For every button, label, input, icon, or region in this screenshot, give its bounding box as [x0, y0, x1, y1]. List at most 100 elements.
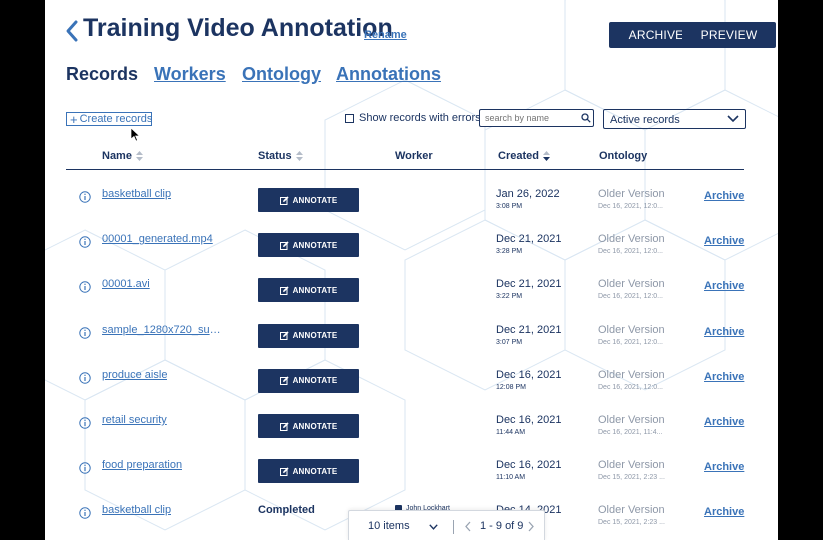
created-date: Jan 26, 2022	[496, 188, 560, 200]
ontology-date: Dec 15, 2021, 2:23 ...	[598, 519, 665, 527]
archive-record-link[interactable]: Archive	[704, 506, 744, 518]
record-name-link[interactable]: basketball clip	[102, 188, 171, 200]
record-name-link[interactable]: 00001_generated.mp4	[102, 233, 213, 245]
mouse-cursor-icon	[131, 128, 141, 142]
archive-record-link[interactable]: Archive	[704, 280, 744, 292]
pagination-divider	[453, 520, 454, 534]
created-date: Dec 21, 2021	[496, 233, 562, 246]
search-input[interactable]	[479, 109, 594, 127]
tab-workers[interactable]: Workers	[154, 64, 226, 85]
rename-link[interactable]: Rename	[364, 29, 407, 41]
created-time: 3:22 PM	[496, 293, 523, 301]
archive-record-link[interactable]: Archive	[704, 190, 744, 202]
show-errors-checkbox[interactable]	[345, 114, 354, 123]
ontology-date: Dec 16, 2021, 12:0...	[598, 248, 663, 256]
records-filter-value: Active records	[610, 114, 680, 126]
info-icon[interactable]	[79, 417, 91, 429]
table-row: basketball clip ANNOTATE Jan 26, 2022 3:08 …	[66, 185, 744, 230]
column-status-label: Status	[258, 150, 292, 162]
info-icon[interactable]	[79, 326, 91, 339]
ontology-version: Older Version	[598, 368, 665, 381]
page-size-select[interactable]: 10 items	[368, 520, 410, 532]
search-icon[interactable]	[581, 113, 591, 123]
annotate-label: ANNOTATE	[292, 421, 338, 431]
created-time: 3:08 PM	[496, 203, 523, 210]
ontology-date: Dec 16, 2021, 11:4...	[598, 429, 663, 436]
ontology-version: Older Version	[598, 414, 665, 426]
created-date: Dec 16, 2021	[496, 414, 562, 426]
record-name-link[interactable]: 00001.avi	[102, 278, 150, 290]
record-name-link[interactable]: sample_1280x720_surfin...	[102, 324, 224, 336]
column-status[interactable]: Status	[258, 150, 303, 162]
table-row: retail security ANNOTATE Dec 16, 2021 11:44…	[66, 411, 744, 456]
info-icon[interactable]	[79, 462, 91, 474]
record-name-link[interactable]: retail security	[102, 414, 167, 426]
column-ontology-label: Ontology	[599, 150, 648, 162]
create-records-button[interactable]: + Create records	[66, 112, 152, 126]
edit-icon	[279, 331, 289, 341]
edit-icon	[279, 241, 289, 250]
status-text: Completed	[258, 504, 315, 517]
annotate-button[interactable]: ANNOTATE	[258, 278, 359, 303]
column-ontology: Ontology	[599, 150, 647, 162]
chevron-down-icon[interactable]	[429, 524, 438, 530]
annotate-button[interactable]: ANNOTATE	[258, 368, 359, 393]
annotate-button[interactable]: ANNOTATE	[258, 188, 359, 212]
table-header: Name Status Worker Created Ontology	[66, 143, 744, 170]
archive-record-link[interactable]: Archive	[704, 235, 744, 247]
table-row: 00001.avi ANNOTATE Dec 21, 2021 3:22 PM Olde…	[66, 275, 744, 320]
page: Training Video Annotation Rename ARCHIVE…	[45, 0, 778, 540]
annotate-button[interactable]: ANNOTATE	[258, 459, 359, 484]
created-date: Dec 21, 2021	[496, 323, 562, 336]
info-icon[interactable]	[79, 191, 91, 203]
created-time: 11:44 AM	[496, 429, 526, 436]
column-name-label: Name	[102, 150, 132, 162]
table-row: food preparation ANNOTATE Dec 16, 2021 11:1…	[66, 456, 744, 501]
info-icon[interactable]	[79, 236, 91, 248]
ontology-version: Older Version	[598, 459, 665, 472]
column-created[interactable]: Created	[498, 150, 550, 162]
records-filter-select[interactable]: Active records	[603, 109, 746, 129]
created-date: Dec 16, 2021	[496, 459, 562, 472]
page-header: Training Video Annotation Rename ARCHIVE…	[45, 0, 778, 60]
annotate-label: ANNOTATE	[292, 376, 338, 386]
ontology-version: Older Version	[598, 188, 665, 200]
tab-records[interactable]: Records	[66, 64, 138, 85]
annotate-label: ANNOTATE	[292, 331, 338, 341]
preview-button[interactable]: PREVIEW	[682, 22, 776, 48]
ontology-version: Older Version	[598, 323, 665, 336]
annotate-label: ANNOTATE	[292, 195, 338, 205]
tab-annotations[interactable]: Annotations	[336, 64, 441, 85]
sort-descending-icon	[542, 151, 550, 161]
annotate-button[interactable]: ANNOTATE	[258, 323, 359, 348]
column-worker: Worker	[395, 150, 433, 162]
info-icon[interactable]	[79, 372, 91, 384]
record-name-link[interactable]: food preparation	[102, 459, 182, 471]
previous-page-icon[interactable]	[465, 521, 471, 532]
record-name-link[interactable]: produce aisle	[102, 369, 167, 381]
column-name[interactable]: Name	[102, 150, 143, 162]
annotate-button[interactable]: ANNOTATE	[258, 233, 359, 258]
archive-record-link[interactable]: Archive	[704, 326, 744, 338]
annotate-button[interactable]: ANNOTATE	[258, 414, 359, 438]
ontology-version: Older Version	[598, 233, 665, 246]
archive-record-link[interactable]: Archive	[704, 416, 744, 428]
sort-icon	[135, 151, 143, 161]
ontology-date: Dec 16, 2021, 12:0...	[598, 203, 663, 210]
tab-ontology[interactable]: Ontology	[242, 64, 321, 85]
edit-icon	[279, 376, 289, 386]
created-time: 3:07 PM	[496, 338, 523, 346]
edit-icon	[279, 286, 289, 295]
record-name-link[interactable]: basketball clip	[102, 504, 171, 516]
back-chevron-icon[interactable]	[63, 18, 81, 44]
ontology-version: Older Version	[598, 504, 665, 517]
ontology-date: Dec 16, 2021, 12:0...	[598, 383, 663, 391]
next-page-icon[interactable]	[528, 521, 534, 532]
archive-record-link[interactable]: Archive	[704, 461, 744, 473]
annotate-label: ANNOTATE	[292, 466, 338, 476]
info-icon[interactable]	[79, 281, 91, 294]
archive-record-link[interactable]: Archive	[704, 371, 744, 383]
info-icon[interactable]	[79, 507, 91, 520]
records-toolbar: + Create records Show records with error…	[45, 108, 778, 132]
page-title: Training Video Annotation	[83, 14, 393, 42]
